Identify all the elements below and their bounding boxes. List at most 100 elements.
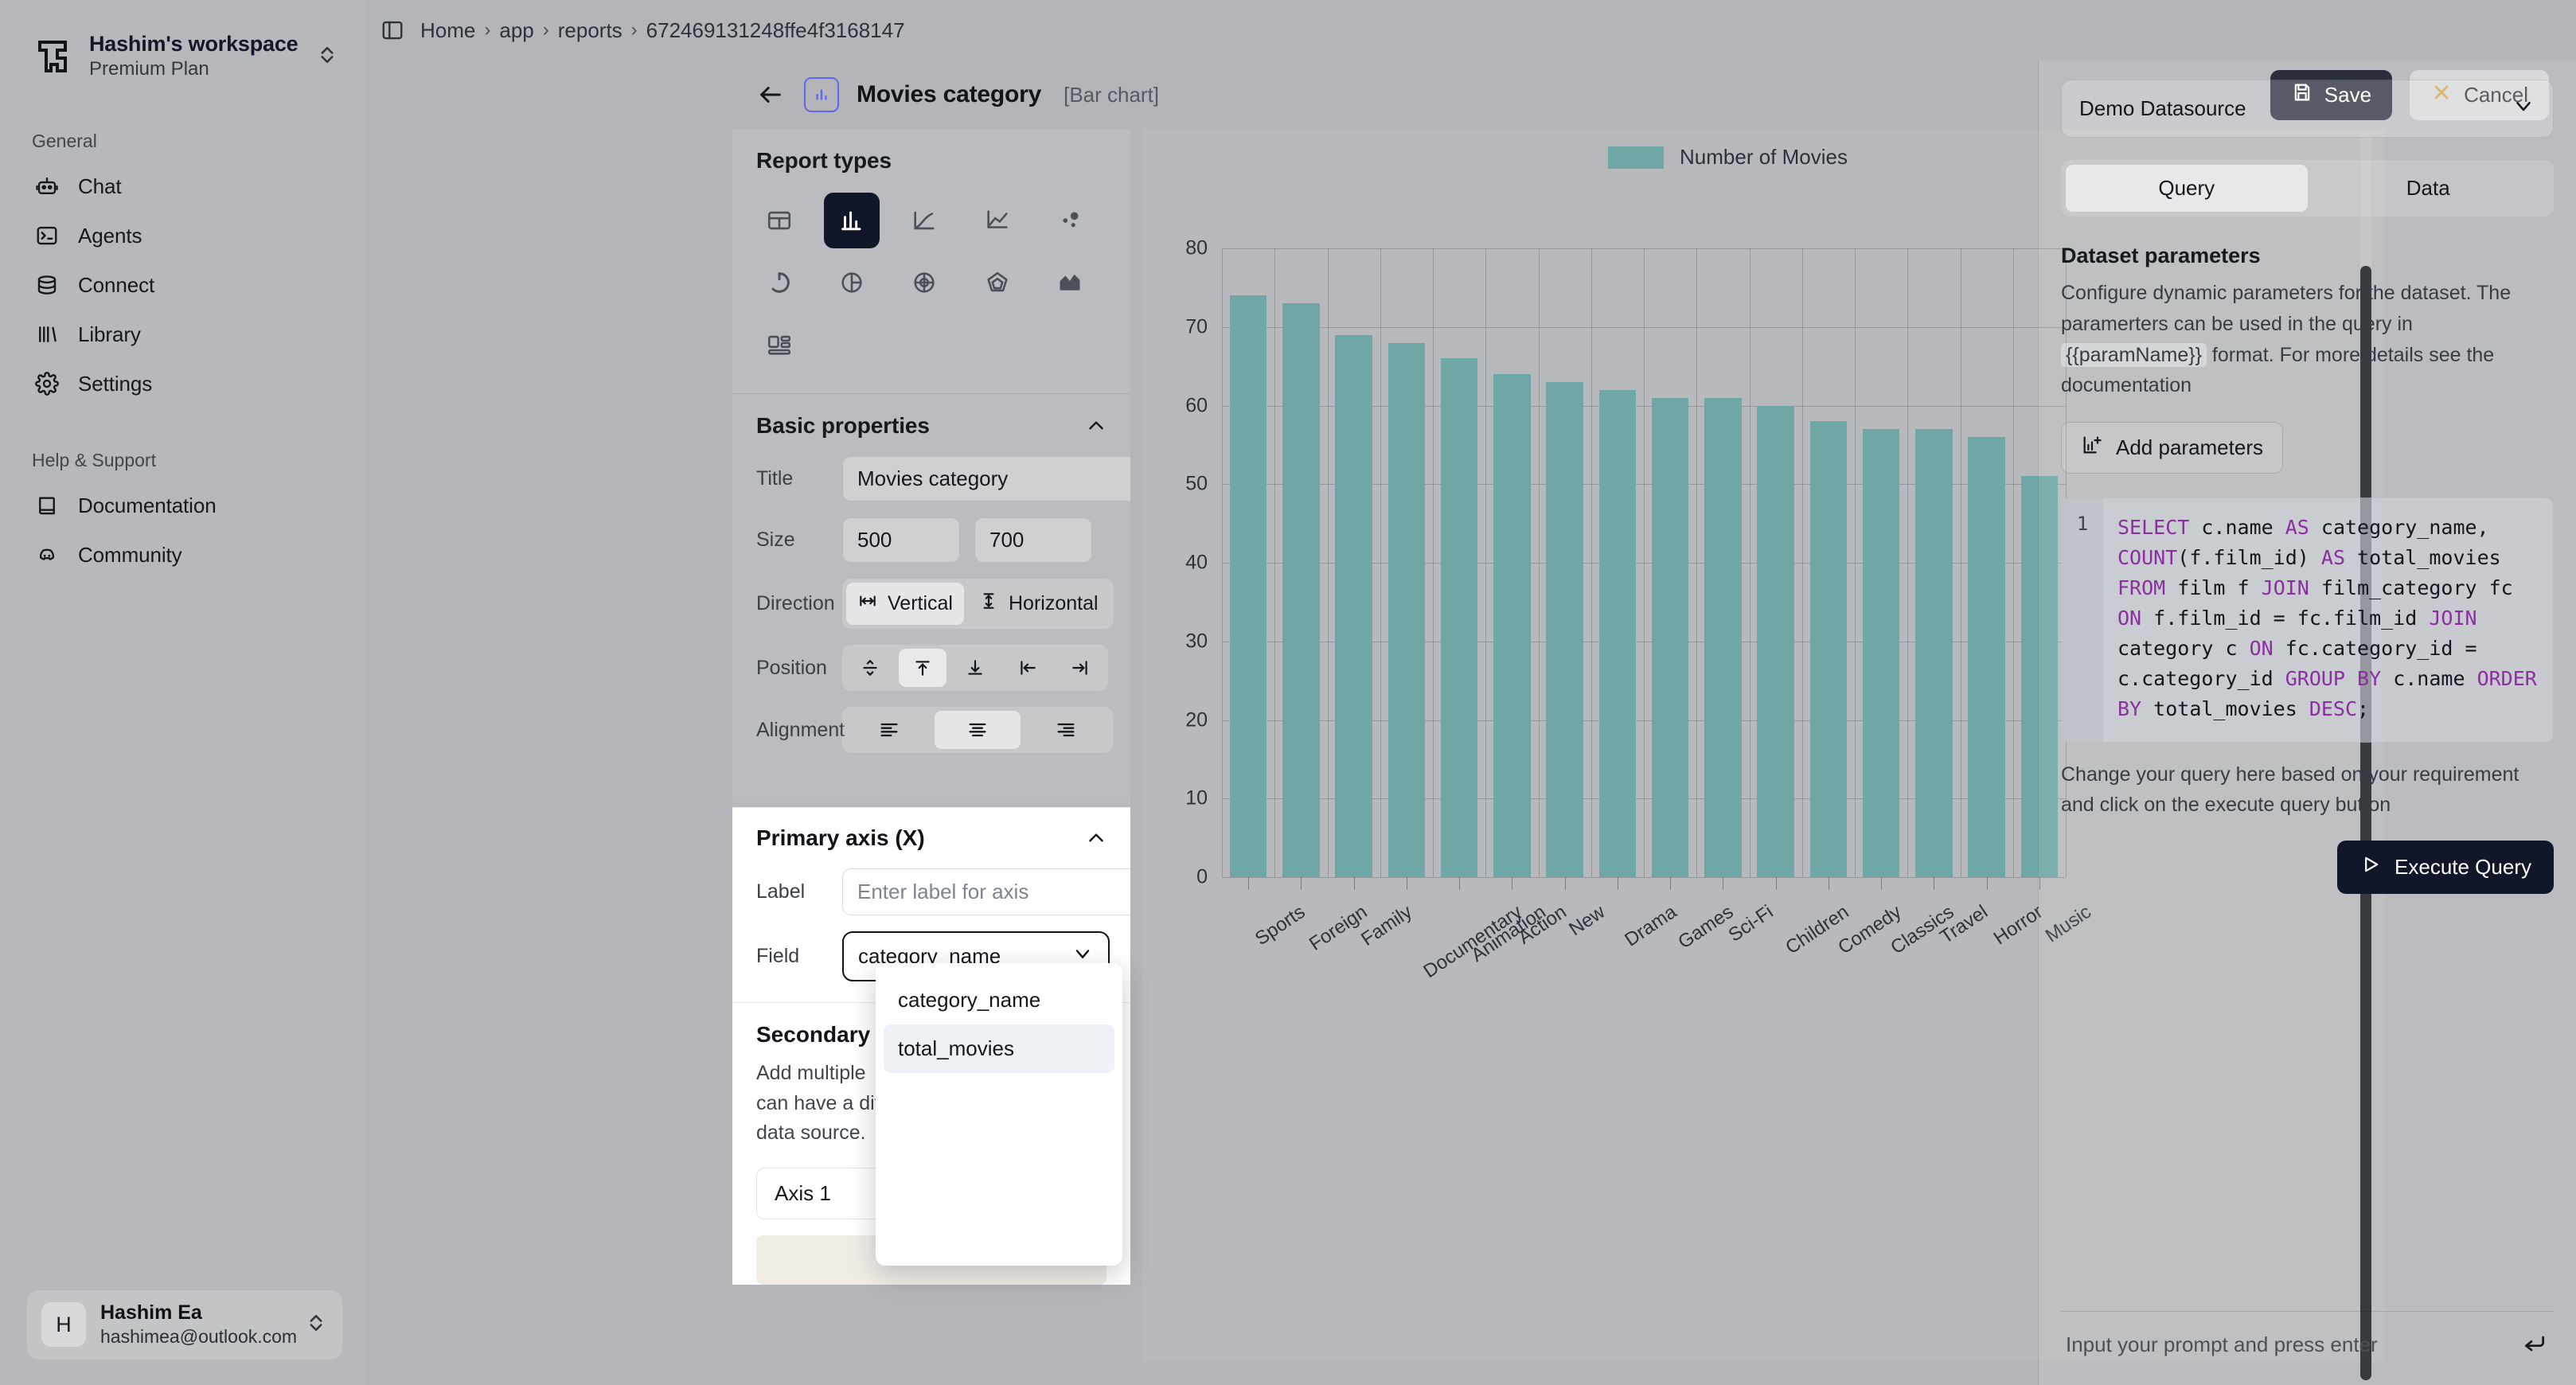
- bar[interactable]: [1757, 405, 1794, 877]
- report-type-area-chart[interactable]: [1042, 255, 1098, 310]
- discord-icon: [33, 541, 60, 568]
- panel-toggle-icon[interactable]: [379, 17, 406, 44]
- bar[interactable]: [1282, 303, 1320, 877]
- breadcrumb-item-report-id[interactable]: 672469131248ffe4f3168147: [646, 18, 905, 43]
- sidebar-item-label: Connect: [78, 272, 155, 297]
- basic-properties-header[interactable]: Basic properties: [732, 394, 1130, 448]
- chevron-up-down-icon[interactable]: [304, 1311, 328, 1339]
- execute-query-label: Execute Query: [2395, 855, 2531, 879]
- size-width-input[interactable]: [842, 517, 960, 563]
- bar[interactable]: [1968, 437, 2005, 877]
- bar[interactable]: [1598, 389, 1637, 877]
- x-gridline: [1696, 248, 1698, 877]
- enter-icon[interactable]: [2522, 1331, 2549, 1358]
- sidebar-item-label: Agents: [78, 223, 142, 248]
- report-types-grid: [732, 183, 1130, 388]
- direction-option-vertical[interactable]: Vertical: [846, 583, 964, 625]
- sidebar-item-library[interactable]: Library: [24, 310, 345, 359]
- sidebar-item-connect[interactable]: Connect: [24, 260, 345, 310]
- workspace-switcher[interactable]: Hashim's workspace Premium Plan: [24, 18, 345, 89]
- avatar: H: [41, 1302, 86, 1348]
- title-label: Title: [756, 467, 794, 490]
- sql-editor[interactable]: 1 SELECT c.name AS category_name, COUNT(…: [2061, 497, 2554, 743]
- primary-axis-header[interactable]: Primary axis (X): [732, 808, 1130, 860]
- x-axis-tick: [1775, 877, 1777, 890]
- title-input[interactable]: [842, 456, 1130, 501]
- report-type-card-chart[interactable]: [751, 317, 807, 373]
- bar[interactable]: [1862, 429, 1900, 877]
- align-text-right-icon[interactable]: [1024, 711, 1109, 749]
- report-type-donut-chart[interactable]: [751, 255, 807, 310]
- align-right-icon[interactable]: [1056, 649, 1104, 687]
- sidebar-item-chat[interactable]: Chat: [24, 162, 345, 211]
- sidebar-item-settings[interactable]: Settings: [24, 359, 345, 408]
- y-axis-tick-label: 80: [1185, 236, 1208, 259]
- sidebar-item-community[interactable]: Community: [24, 530, 345, 579]
- sidebar-item-label: Chat: [78, 174, 122, 198]
- tab-query[interactable]: Query: [2066, 165, 2308, 212]
- breadcrumb-item-app[interactable]: app: [499, 18, 533, 43]
- legend-swatch: [1608, 146, 1664, 169]
- size-height-input[interactable]: [974, 517, 1092, 563]
- sidebar-item-agents[interactable]: Agents: [24, 211, 345, 260]
- dropdown-option-total-movies[interactable]: total_movies: [884, 1024, 1114, 1073]
- legend-label: Number of Movies: [1680, 145, 1848, 169]
- user-name: Hashim Ea: [100, 1301, 202, 1324]
- direction-label: Direction: [756, 592, 835, 614]
- bar[interactable]: [1809, 421, 1848, 877]
- primary-axis-title: Primary axis (X): [756, 825, 925, 850]
- bar[interactable]: [1229, 295, 1267, 877]
- prompt-input[interactable]: [2066, 1332, 2509, 1357]
- bar[interactable]: [1440, 358, 1478, 877]
- sidebar-item-documentation[interactable]: Documentation: [24, 481, 345, 530]
- report-type-bar-chart[interactable]: [824, 193, 880, 248]
- user-profile-card[interactable]: H Hashim Ea hashimea@outlook.com: [27, 1289, 342, 1360]
- gear-icon: [33, 370, 60, 397]
- chevron-up-icon[interactable]: [1086, 416, 1107, 436]
- size-field-row: Size: [732, 509, 1130, 571]
- report-types-title: Report types: [756, 148, 892, 173]
- execute-query-button[interactable]: Execute Query: [2337, 841, 2554, 894]
- back-arrow-icon[interactable]: [755, 79, 786, 111]
- report-type-radial-chart[interactable]: [896, 255, 952, 310]
- bar[interactable]: [1388, 342, 1426, 877]
- direction-option-horizontal[interactable]: Horizontal: [967, 583, 1110, 625]
- workspace-name: Hashim's workspace: [89, 32, 299, 56]
- report-type-table-chart[interactable]: [751, 193, 807, 248]
- y-axis-tick-label: 60: [1185, 394, 1208, 416]
- axis-label-input[interactable]: [842, 868, 1130, 915]
- chevron-up-down-icon[interactable]: [315, 43, 339, 71]
- sql-code-content[interactable]: SELECT c.name AS category_name, COUNT(f.…: [2103, 498, 2553, 742]
- chevron-up-icon[interactable]: [1086, 828, 1107, 849]
- align-left-icon[interactable]: [1004, 649, 1052, 687]
- align-bottom-icon[interactable]: [951, 649, 999, 687]
- split-vertical-icon[interactable]: [846, 649, 894, 687]
- add-parameters-button[interactable]: Add parameters: [2061, 422, 2283, 474]
- breadcrumb-separator: ›: [542, 19, 549, 41]
- breadcrumb-item-reports[interactable]: reports: [558, 18, 623, 43]
- report-type-pie-chart[interactable]: [824, 255, 880, 310]
- align-text-center-icon[interactable]: [935, 711, 1021, 749]
- bar[interactable]: [1651, 397, 1689, 877]
- x-gridline: [2012, 248, 2014, 877]
- dropdown-option-category-name[interactable]: category_name: [884, 976, 1114, 1024]
- report-type-combo-chart[interactable]: [970, 193, 1025, 248]
- align-text-left-icon[interactable]: [846, 711, 931, 749]
- sidebar-item-label: Community: [78, 542, 182, 567]
- bar[interactable]: [1335, 334, 1372, 877]
- bar[interactable]: [1546, 381, 1583, 877]
- datasource-select[interactable]: Demo Datasource: [2061, 80, 2554, 138]
- bar[interactable]: [1915, 429, 1953, 877]
- bar[interactable]: [1704, 397, 1742, 877]
- breadcrumb-item-home[interactable]: Home: [420, 18, 475, 43]
- add-parameters-label: Add parameters: [2116, 435, 2263, 459]
- report-type-line-chart[interactable]: [896, 193, 952, 248]
- x-gridline: [1380, 248, 1381, 877]
- align-top-icon[interactable]: [899, 649, 946, 687]
- x-axis-tick: [1881, 877, 1883, 890]
- bar[interactable]: [1493, 374, 1531, 877]
- report-type-scatter-chart[interactable]: [1042, 193, 1098, 248]
- x-gridline: [1590, 248, 1592, 877]
- tab-data[interactable]: Data: [2308, 165, 2550, 212]
- report-type-radar-chart[interactable]: [970, 255, 1025, 310]
